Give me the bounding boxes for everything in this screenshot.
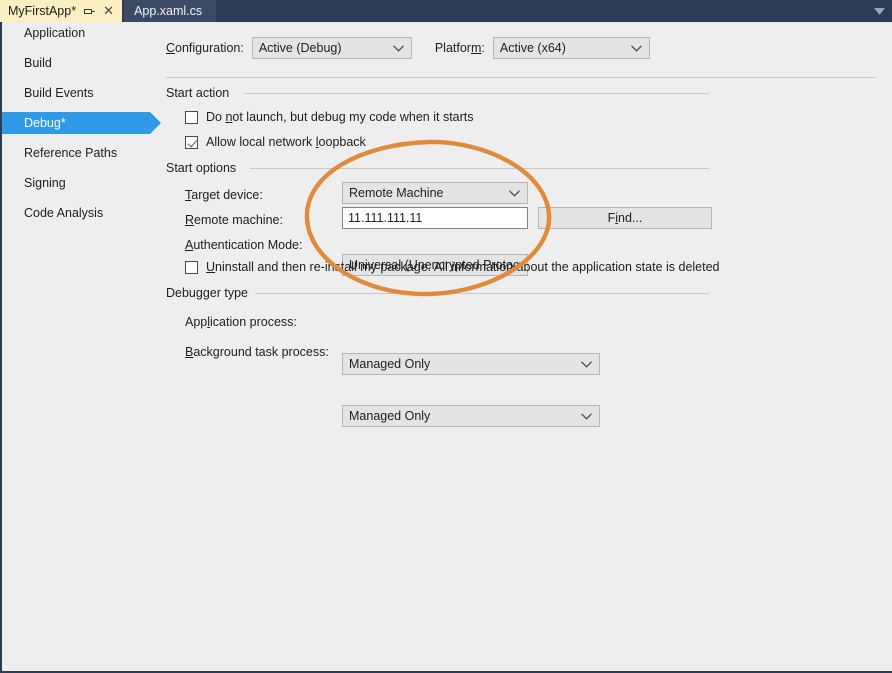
find-button[interactable]: Find... (538, 207, 712, 229)
properties-category-list: Application Build Build Events Debug* Re… (2, 22, 152, 671)
platform-label: Platform: (435, 41, 485, 55)
sidebar-item-label: Code Analysis (24, 206, 103, 220)
checkbox-do-not-launch-row[interactable]: Do not launch, but debug my code when it… (185, 110, 474, 124)
configuration-value: Active (Debug) (259, 41, 342, 55)
start-action-group-title: Start action (166, 86, 236, 100)
chevron-down-icon (509, 183, 520, 203)
background-task-process-label: Background task process: (185, 345, 329, 359)
configuration-platform-row: Configuration: Active (Debug) Platform: … (166, 37, 650, 59)
remote-machine-input[interactable]: 11.111.111.11 (342, 207, 528, 229)
platform-select[interactable]: Active (x64) (493, 37, 650, 59)
sidebar-item-build[interactable]: Build (2, 52, 152, 74)
tab-app-xaml-cs[interactable]: App.xaml.cs (124, 0, 216, 22)
chevron-down-icon (581, 354, 592, 374)
sidebar-item-build-events[interactable]: Build Events (2, 82, 152, 104)
tab-myfirstapp[interactable]: MyFirstApp* ✕ (0, 0, 122, 22)
configuration-label: Configuration: (166, 41, 244, 55)
visual-studio-project-properties-window: MyFirstApp* ✕ App.xaml.cs Application Bu… (0, 0, 892, 673)
sidebar-item-application[interactable]: Application (2, 22, 152, 44)
application-process-label: Application process: (185, 315, 297, 329)
sidebar-item-code-analysis[interactable]: Code Analysis (2, 202, 152, 224)
chevron-down-icon (393, 38, 404, 58)
checkbox-do-not-launch[interactable] (185, 111, 198, 124)
checkbox-do-not-launch-label: Do not launch, but debug my code when it… (206, 110, 474, 124)
chevron-down-icon (631, 38, 642, 58)
checkbox-uninstall-reinstall-label: Uninstall and then re-install my package… (206, 260, 720, 274)
checkbox-uninstall-reinstall[interactable] (185, 261, 198, 274)
platform-value: Active (x64) (500, 41, 566, 55)
authentication-mode-label: Authentication Mode: (185, 238, 302, 252)
checkbox-uninstall-reinstall-row[interactable]: Uninstall and then re-install my package… (185, 260, 720, 274)
debugger-type-group-title: Debugger type (166, 286, 255, 300)
start-options-group-line (250, 168, 709, 169)
sidebar-item-label: Reference Paths (24, 146, 117, 160)
checkbox-allow-loopback[interactable] (185, 136, 198, 149)
background-task-process-value: Managed Only (349, 409, 430, 423)
application-process-select[interactable]: Managed Only (342, 353, 600, 375)
pin-icon[interactable] (82, 3, 97, 19)
target-device-label: Target device: (185, 188, 263, 202)
pane-divider (166, 77, 876, 78)
tab-app-xaml-cs-label: App.xaml.cs (134, 4, 204, 18)
tab-strip-spacer (216, 0, 866, 22)
start-action-group-line (244, 93, 709, 94)
target-device-select[interactable]: Remote Machine (342, 182, 528, 204)
sidebar-item-label: Application (24, 26, 85, 40)
remote-machine-value: 11.111.111.11 (348, 211, 422, 225)
start-options-group-title: Start options (166, 161, 243, 175)
debug-settings-pane: Configuration: Active (Debug) Platform: … (152, 22, 890, 671)
background-task-process-select[interactable]: Managed Only (342, 405, 600, 427)
checkbox-allow-loopback-label: Allow local network loopback (206, 135, 366, 149)
remote-machine-label: Remote machine: (185, 213, 283, 227)
chevron-down-icon[interactable] (866, 0, 892, 22)
close-icon[interactable]: ✕ (101, 3, 116, 19)
tab-myfirstapp-label: MyFirstApp* (8, 4, 78, 18)
sidebar-item-label: Build (24, 56, 52, 70)
target-device-value: Remote Machine (349, 186, 444, 200)
configuration-select[interactable]: Active (Debug) (252, 37, 412, 59)
checkbox-allow-loopback-row[interactable]: Allow local network loopback (185, 135, 366, 149)
editor-tab-strip: MyFirstApp* ✕ App.xaml.cs (0, 0, 892, 22)
sidebar-item-label: Build Events (24, 86, 93, 100)
sidebar-item-label: Debug* (24, 116, 66, 130)
sidebar-item-debug[interactable]: Debug* (2, 112, 150, 134)
application-process-value: Managed Only (349, 357, 430, 371)
sidebar-item-label: Signing (24, 176, 66, 190)
debugger-type-group-line (255, 293, 709, 294)
chevron-down-icon (581, 406, 592, 426)
sidebar-item-signing[interactable]: Signing (2, 172, 152, 194)
find-button-label: Find... (608, 211, 643, 225)
sidebar-item-reference-paths[interactable]: Reference Paths (2, 142, 152, 164)
